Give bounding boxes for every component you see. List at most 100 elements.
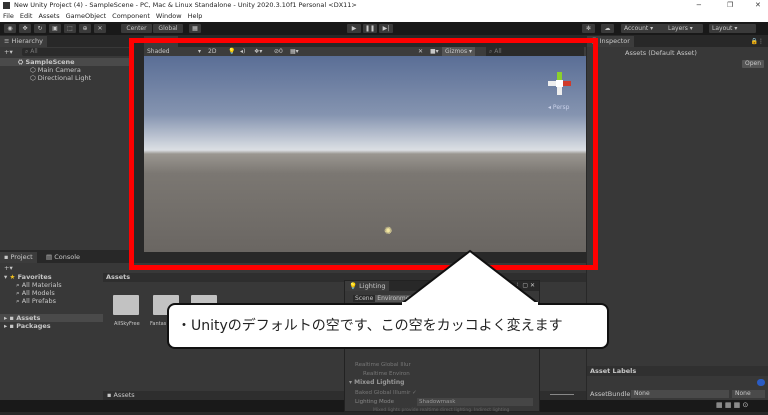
menu-edit[interactable]: Edit bbox=[20, 12, 33, 20]
callout-text: ・Unityのデフォルトの空です、この空をカッコよく変えます bbox=[177, 318, 563, 334]
directional-light-icon[interactable]: ✺ bbox=[384, 226, 392, 237]
baked-label: Baked Global Illumir bbox=[355, 390, 411, 396]
realtime-gi-label: Realtime Global Illur bbox=[355, 362, 411, 368]
scene-viewport[interactable]: ◂ Persp ✺ bbox=[144, 56, 586, 252]
audio-toggle-icon[interactable]: ◂) bbox=[240, 47, 245, 56]
lock-icon[interactable]: 🔒⋮ bbox=[751, 38, 764, 45]
pivot-center-button[interactable]: Center bbox=[121, 24, 152, 33]
menu-gameobject[interactable]: GameObject bbox=[66, 12, 107, 20]
tab-label: Console bbox=[54, 253, 81, 261]
scene-search-input[interactable]: ⌕ All bbox=[486, 47, 584, 56]
menu-help[interactable]: Help bbox=[188, 12, 203, 20]
mixed-lighting-header[interactable]: ▾ Mixed Lighting bbox=[349, 379, 404, 387]
play-button[interactable]: ▶ bbox=[347, 24, 361, 33]
transform-tool-icon[interactable]: ⊕ bbox=[79, 24, 91, 33]
callout-joint bbox=[402, 302, 538, 306]
lighting-title-tab[interactable]: 💡 Lighting bbox=[345, 281, 390, 291]
item-label: Main Camera bbox=[37, 66, 81, 74]
tab-console[interactable]: ▤ Console bbox=[42, 252, 84, 263]
hierarchy-item-main-camera[interactable]: ⬡ Main Camera bbox=[30, 66, 81, 74]
menu-window[interactable]: Window bbox=[156, 12, 182, 20]
asset-bundle-label: AssetBundle bbox=[590, 390, 631, 398]
2d-toggle[interactable]: 2D bbox=[208, 47, 216, 56]
tree-item-assets[interactable]: ▸ ▪ Assets bbox=[0, 314, 103, 322]
camera-icon[interactable]: ■▾ bbox=[430, 47, 439, 56]
icon-size-slider[interactable] bbox=[550, 394, 574, 395]
gizmos-dropdown[interactable]: Gizmos ▾ bbox=[442, 47, 476, 56]
favorite-all-materials[interactable]: ⌕ All Materials bbox=[16, 281, 62, 289]
asset-labels-header: Asset Labels bbox=[587, 366, 768, 376]
persp-label[interactable]: ◂ Persp bbox=[548, 104, 569, 111]
lighting-tab-environment[interactable]: Environment bbox=[375, 295, 418, 302]
tab-label: Project bbox=[10, 253, 33, 261]
pivot-global-button[interactable]: Global bbox=[153, 24, 183, 33]
collab-icon[interactable]: ✻ bbox=[582, 24, 595, 33]
view-tool-icon[interactable]: ◉ bbox=[4, 24, 16, 33]
favorites-item[interactable]: ▾ ★ Favorites bbox=[4, 273, 52, 281]
menu-file[interactable]: File bbox=[3, 12, 14, 20]
label-tag-icon[interactable] bbox=[757, 379, 765, 386]
hierarchy-panel: ≡ Hierarchy +▾ ⌕ All ⛭ SampleScene ⬡ Mai… bbox=[0, 36, 134, 250]
lighting-toggle-icon[interactable]: 💡 bbox=[228, 47, 235, 56]
folder-icon[interactable] bbox=[113, 295, 139, 315]
tab-game[interactable]: ▬ Game bbox=[184, 36, 220, 47]
scene-panel: ⌗ Scene ▬ Game Shaded ▾ 2D 💡 ◂) ❖▾ ⊘0 ▦▾… bbox=[134, 36, 586, 264]
item-label: All Models bbox=[21, 289, 55, 297]
hierarchy-search-input[interactable]: ⌕ All bbox=[22, 48, 130, 56]
lighting-tab-scene[interactable]: Scene bbox=[353, 295, 376, 302]
hierarchy-tab-label: Hierarchy bbox=[11, 37, 43, 45]
minimize-button[interactable]: − bbox=[696, 0, 702, 11]
lighting-title: Lighting bbox=[359, 282, 386, 290]
variant-dropdown[interactable]: None bbox=[732, 390, 765, 398]
mixed-label: Mixed Lighting bbox=[354, 379, 405, 386]
scale-tool-icon[interactable]: ▣ bbox=[49, 24, 61, 33]
hierarchy-item-directional-light[interactable]: ⬡ Directional Light bbox=[30, 74, 91, 82]
layout-dropdown[interactable]: Layout ▾ bbox=[709, 24, 756, 33]
open-button[interactable]: Open bbox=[742, 60, 765, 68]
tab-label: Game bbox=[196, 37, 216, 45]
baked-gi-checkbox[interactable]: Baked Global Illumir ✓ bbox=[355, 389, 417, 397]
tab-inspector[interactable]: ⓘ Inspector bbox=[587, 36, 634, 47]
layers-dropdown[interactable]: Layers ▾ bbox=[665, 24, 703, 33]
rect-tool-icon[interactable]: ⬚ bbox=[64, 24, 76, 33]
restore-button[interactable]: ❐ bbox=[727, 0, 733, 11]
move-tool-icon[interactable]: ✥ bbox=[19, 24, 31, 33]
callout-box: ・Unityのデフォルトの空です、この空をカッコよく変えます bbox=[167, 303, 609, 349]
window-title: New Unity Project (4) - SampleScene - PC… bbox=[14, 1, 357, 9]
pause-button[interactable]: ❚❚ bbox=[363, 24, 377, 33]
close-button[interactable]: ✕ bbox=[755, 0, 761, 11]
cloud-icon[interactable]: ☁ bbox=[601, 24, 614, 33]
menu-component[interactable]: Component bbox=[112, 12, 150, 20]
shading-dropdown[interactable]: Shaded bbox=[147, 47, 170, 56]
orientation-gizmo[interactable] bbox=[548, 70, 572, 100]
tab-hierarchy[interactable]: ≡ Hierarchy bbox=[0, 36, 47, 47]
project-create-button[interactable]: +▾ bbox=[4, 264, 13, 272]
favorite-all-models[interactable]: ⌕ All Models bbox=[16, 289, 55, 297]
inspector-title: Assets (Default Asset) bbox=[625, 49, 697, 57]
effects-icon[interactable]: ❖▾ bbox=[254, 47, 262, 56]
lighting-tab-realtime[interactable]: R bbox=[417, 295, 426, 302]
window-controls-icon[interactable]: ⋮ ▢ ✕ bbox=[514, 282, 535, 289]
realtime-env-label: Realtime Environ bbox=[363, 371, 410, 377]
tools-icon[interactable]: ✕ bbox=[418, 47, 423, 56]
rotate-tool-icon[interactable]: ↻ bbox=[34, 24, 46, 33]
custom-tool-icon[interactable]: ✕ bbox=[94, 24, 106, 33]
scene-toolbar: Shaded ▾ 2D 💡 ◂) ❖▾ ⊘0 ▦▾ ✕ ■▾ Gizmos ▾ … bbox=[144, 47, 586, 56]
tab-project[interactable]: ▪ Project bbox=[0, 252, 37, 263]
create-button[interactable]: +▾ bbox=[4, 48, 13, 56]
asset-bundle-dropdown[interactable]: None bbox=[631, 390, 729, 398]
menu-assets[interactable]: Assets bbox=[38, 12, 59, 20]
scene-root-item[interactable]: ⛭ SampleScene bbox=[0, 58, 134, 66]
hidden-objects-icon[interactable]: ⊘0 bbox=[274, 47, 283, 56]
star-icon: ★ bbox=[9, 273, 16, 281]
tab-scene[interactable]: ⌗ Scene bbox=[144, 36, 178, 47]
grid-toggle-icon[interactable]: ▦▾ bbox=[290, 47, 299, 56]
toolbar: ◉ ✥ ↻ ▣ ⬚ ⊕ ✕ Center Global ▦ ▶ ❚❚ ▶| ✻ … bbox=[0, 22, 768, 35]
favorite-all-prefabs[interactable]: ⌕ All Prefabs bbox=[16, 297, 56, 305]
tab-label: Scene bbox=[153, 37, 174, 45]
step-button[interactable]: ▶| bbox=[379, 24, 393, 33]
tree-item-packages[interactable]: ▸ ▪ Packages bbox=[4, 322, 51, 330]
lighting-mode-dropdown[interactable]: Shadowmask bbox=[417, 398, 533, 406]
status-icons[interactable]: ▦ ▦ ▦ ⊙ bbox=[716, 401, 748, 409]
grid-snap-icon[interactable]: ▦ bbox=[189, 24, 201, 33]
